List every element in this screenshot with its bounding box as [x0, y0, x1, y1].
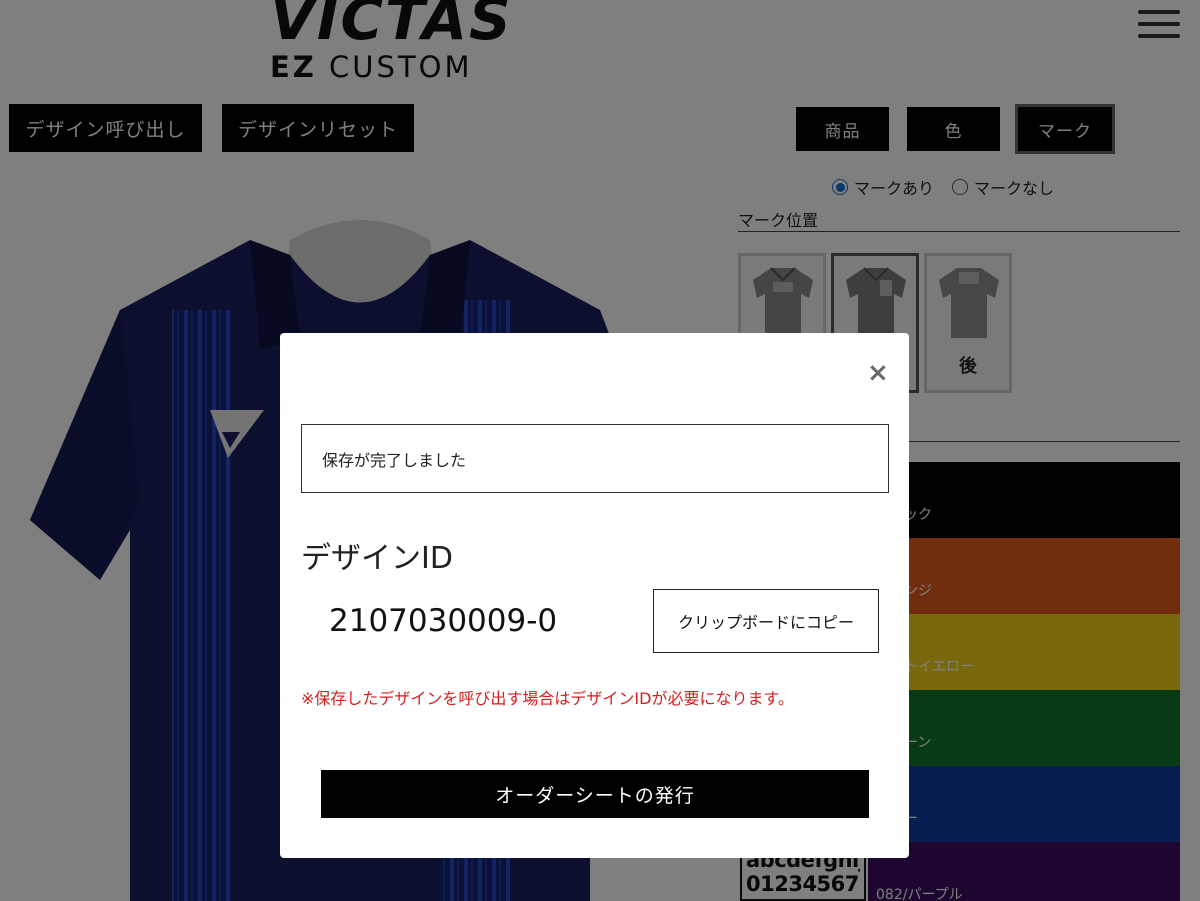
- close-icon[interactable]: ×: [867, 360, 889, 386]
- save-complete-dialog: × 保存が完了しました デザインID 2107030009-0 クリップボードに…: [280, 333, 909, 858]
- design-id-heading: デザインID: [301, 541, 453, 576]
- design-id-value: 2107030009-0: [329, 603, 558, 639]
- save-complete-message: 保存が完了しました: [301, 424, 889, 493]
- issue-order-sheet-button[interactable]: オーダーシートの発行: [321, 770, 869, 818]
- copy-to-clipboard-button[interactable]: クリップボードにコピー: [653, 589, 879, 653]
- design-id-note: ※保存したデザインを呼び出す場合はデザインIDが必要になります。: [301, 689, 794, 708]
